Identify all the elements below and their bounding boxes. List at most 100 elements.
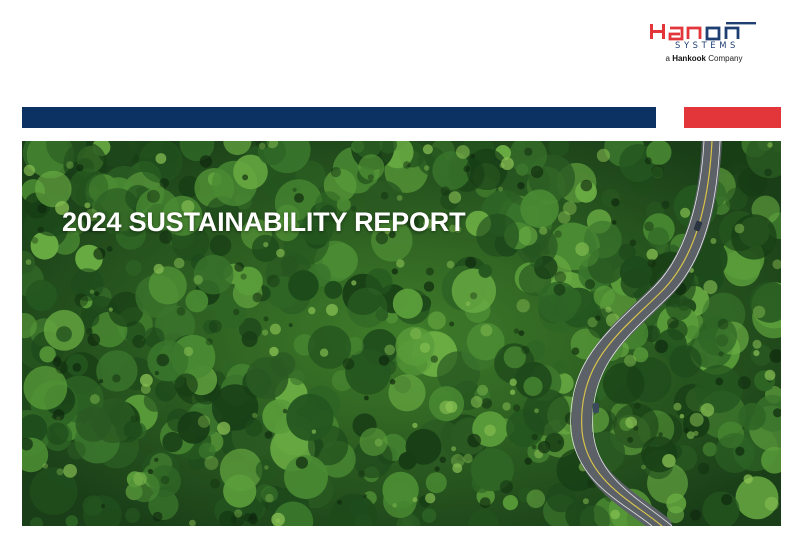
- tree-canopy-blob: [289, 370, 305, 386]
- tree-canopy-blob: [56, 326, 72, 342]
- tree-highlight: [644, 221, 654, 232]
- tree-highlight: [658, 432, 663, 437]
- tree-highlight: [423, 281, 435, 292]
- tree-highlight: [463, 453, 473, 464]
- tree-highlight: [463, 165, 471, 173]
- tree-highlight: [509, 378, 517, 386]
- tree-highlight: [55, 361, 69, 374]
- tree-highlight: [449, 321, 455, 327]
- tree-canopy-blob: [174, 373, 198, 397]
- tree-highlight: [764, 369, 776, 381]
- tree-highlight: [159, 178, 170, 188]
- tree-highlight: [470, 396, 483, 408]
- tree-highlight: [445, 400, 458, 413]
- tree-highlight: [605, 306, 612, 313]
- tree-highlight: [412, 497, 418, 503]
- tree-highlight: [37, 204, 47, 214]
- tree-canopy-blob: [35, 170, 72, 208]
- tree-highlight: [764, 496, 779, 511]
- tree-highlight: [295, 456, 308, 469]
- tree-canopy-blob: [288, 270, 319, 301]
- tree-highlight: [199, 155, 213, 168]
- tree-highlight: [87, 333, 101, 347]
- tree-highlight: [99, 379, 104, 384]
- tree-highlight: [403, 161, 411, 169]
- tree-highlight: [42, 463, 49, 469]
- tree-highlight: [367, 174, 374, 181]
- tree-canopy-blob: [715, 334, 729, 347]
- tree-highlight: [629, 239, 637, 247]
- tree-canopy-blob: [641, 436, 678, 473]
- tree-highlight: [534, 408, 539, 414]
- tree-highlight: [233, 308, 240, 316]
- tree-highlight: [470, 292, 478, 300]
- tree-highlight: [595, 315, 601, 321]
- tree-highlight: [440, 186, 450, 196]
- tree-highlight: [456, 145, 470, 159]
- tree-highlight: [106, 246, 113, 252]
- tree-highlight: [611, 198, 620, 207]
- tree-highlight: [288, 323, 293, 328]
- tree-highlight: [252, 412, 258, 419]
- tree-highlight: [330, 167, 341, 178]
- tree-canopy-blob: [685, 325, 700, 340]
- tree-highlight: [384, 344, 396, 356]
- tree-highlight: [269, 323, 281, 335]
- tree-canopy-blob: [478, 264, 493, 278]
- tree-highlight: [100, 503, 106, 509]
- tree-canopy-blob: [123, 420, 143, 440]
- tree-canopy-blob: [96, 350, 138, 392]
- tree-highlight: [434, 466, 440, 472]
- tree-highlight: [89, 289, 95, 294]
- tree-highlight: [679, 413, 685, 419]
- tree-canopy-blob: [193, 254, 234, 295]
- tree-highlight: [627, 436, 634, 443]
- logo-subtitle: SYSTEMS: [675, 40, 739, 50]
- tree-highlight: [269, 346, 279, 357]
- tree-canopy-blob: [666, 493, 687, 514]
- tree-highlight: [419, 342, 431, 353]
- tree-highlight: [439, 456, 446, 463]
- tree-highlight: [23, 164, 36, 177]
- tree-highlight: [392, 503, 397, 508]
- tree-highlight: [311, 429, 317, 434]
- tree-highlight: [263, 242, 269, 248]
- tree-highlight: [734, 223, 745, 234]
- tree-highlight: [319, 348, 329, 357]
- tree-highlight: [610, 509, 620, 520]
- tree-highlight: [718, 351, 724, 357]
- tree-highlight: [378, 355, 390, 366]
- tree-highlight: [146, 189, 160, 203]
- header-bar-red: [684, 107, 781, 128]
- tree-highlight: [363, 494, 367, 498]
- tree-highlight: [326, 303, 338, 316]
- tree-highlight: [575, 242, 590, 256]
- tree-highlight: [651, 164, 665, 178]
- tree-canopy-blob: [421, 508, 437, 523]
- tree-highlight: [580, 179, 593, 192]
- tree-highlight: [154, 370, 160, 376]
- tree-highlight: [153, 263, 164, 274]
- tree-canopy-blob: [246, 357, 289, 400]
- tree-canopy-blob: [25, 279, 57, 312]
- tree-highlight: [517, 182, 525, 190]
- tree-highlight: [689, 412, 704, 427]
- tree-highlight: [553, 283, 566, 296]
- tree-canopy-blob: [731, 214, 777, 260]
- report-cover-page: SYSTEMS a Hankook Company 2024 SUSTAINAB…: [0, 0, 787, 547]
- tree-highlight: [499, 480, 513, 494]
- tree-highlight: [76, 164, 84, 172]
- tree-highlight: [673, 402, 682, 411]
- tree-highlight: [752, 305, 766, 319]
- tree-highlight: [155, 153, 167, 164]
- tree-highlight: [697, 462, 710, 475]
- tree-highlight: [391, 268, 398, 275]
- tree-highlight: [481, 398, 493, 409]
- tree-highlight: [584, 279, 596, 290]
- cover-image: 2024 SUSTAINABILITY REPORT: [22, 141, 781, 526]
- tree-highlight: [357, 470, 365, 478]
- tree-highlight: [480, 324, 493, 337]
- tree-highlight: [680, 207, 691, 218]
- tree-highlight: [252, 292, 263, 303]
- tree-highlight: [267, 274, 280, 288]
